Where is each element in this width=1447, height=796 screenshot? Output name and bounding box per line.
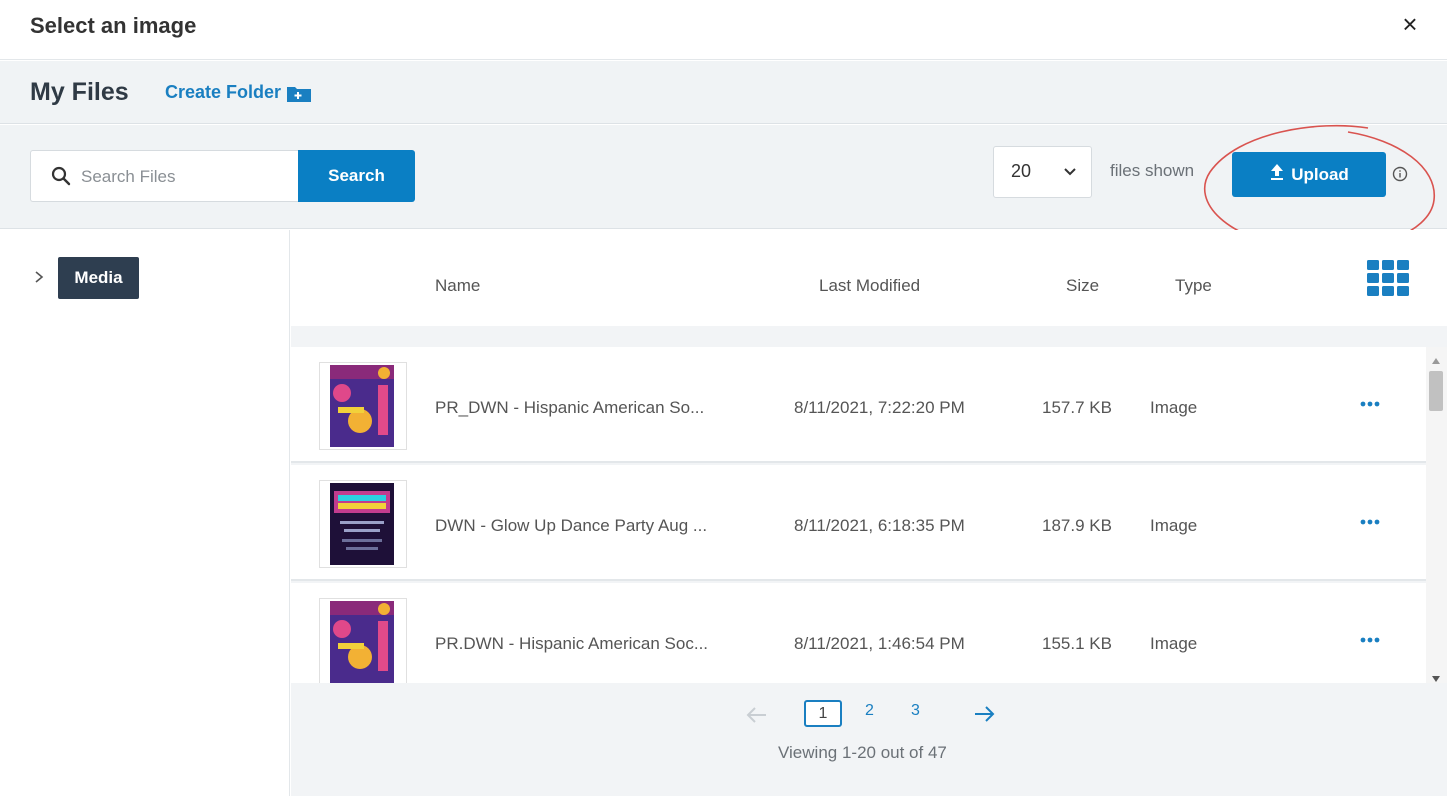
chevron-right-icon[interactable] [32, 270, 46, 284]
table-row[interactable]: DWN - Glow Up Dance Party Aug ... 8/11/2… [291, 465, 1427, 581]
file-thumbnail [319, 598, 407, 683]
file-size: 155.1 KB [1042, 634, 1112, 653]
create-folder-link[interactable]: Create Folder [165, 82, 312, 103]
dialog-title: Select an image [30, 13, 197, 38]
column-header-size[interactable]: Size [1066, 276, 1099, 296]
more-options-icon[interactable] [1358, 633, 1382, 647]
file-last-modified: 8/11/2021, 7:22:20 PM [794, 398, 965, 417]
scroll-up-icon[interactable] [1432, 351, 1440, 364]
table-header: Name Last Modified Size Type [291, 230, 1447, 326]
upload-icon [1269, 163, 1285, 186]
file-name[interactable]: PR_DWN - Hispanic American So... [435, 398, 704, 418]
page-1[interactable]: 1 [804, 700, 842, 727]
more-options-icon[interactable] [1358, 397, 1382, 411]
files-shown-label: files shown [1110, 161, 1195, 180]
scroll-down-icon[interactable] [1432, 669, 1440, 682]
chevron-down-icon [1062, 163, 1078, 179]
file-last-modified: 8/11/2021, 6:18:35 PM [794, 516, 965, 535]
page-2[interactable]: 2 [865, 702, 874, 720]
viewing-count: Viewing 1-20 out of 47 [778, 743, 947, 762]
column-header-last-modified[interactable]: Last Modified [819, 276, 920, 296]
file-rows: PR_DWN - Hispanic American So... 8/11/20… [291, 347, 1447, 683]
file-type: Image [1150, 516, 1198, 535]
page-size-value: 20 [1011, 161, 1032, 181]
column-header-type[interactable]: Type [1175, 276, 1212, 296]
arrow-right-icon[interactable] [973, 704, 995, 724]
file-last-modified: 8/11/2021, 1:46:54 PM [794, 634, 965, 653]
file-size: 157.7 KB [1042, 398, 1112, 417]
file-list-panel: Name Last Modified Size Type PR_DWN - Hi… [291, 230, 1447, 796]
search-input[interactable] [81, 161, 291, 193]
page-3[interactable]: 3 [911, 702, 920, 720]
upload-label: Upload [1291, 164, 1349, 184]
create-folder-label: Create Folder [165, 82, 282, 102]
grid-view-icon[interactable] [1367, 260, 1411, 296]
folder-plus-icon [286, 83, 312, 103]
table-row[interactable]: PR_DWN - Hispanic American So... 8/11/20… [291, 347, 1427, 463]
pagination: 1 2 3 Viewing 1-20 out of 47 [291, 683, 1427, 796]
table-row[interactable]: PR.DWN - Hispanic American Soc... 8/11/2… [291, 583, 1427, 683]
file-name[interactable]: DWN - Glow Up Dance Party Aug ... [435, 516, 707, 536]
column-header-name[interactable]: Name [435, 276, 480, 296]
sidebar-item-media[interactable]: Media [58, 257, 139, 299]
info-icon[interactable] [1392, 166, 1408, 182]
page-size-select[interactable]: 20 [993, 146, 1092, 198]
vertical-scrollbar[interactable] [1426, 347, 1447, 683]
arrow-left-icon[interactable] [746, 705, 768, 725]
close-icon[interactable]: × [1396, 10, 1424, 38]
search-button[interactable]: Search [298, 150, 415, 202]
toolbar: Search 20 files shown Upload [0, 125, 1447, 229]
search-icon [51, 166, 71, 186]
my-files-heading: My Files [30, 78, 129, 106]
file-type: Image [1150, 398, 1198, 417]
file-thumbnail [319, 362, 407, 450]
file-name[interactable]: PR.DWN - Hispanic American Soc... [435, 634, 708, 654]
file-type: Image [1150, 634, 1198, 653]
folder-sidebar: Media [0, 230, 290, 796]
scrollbar-thumb[interactable] [1429, 371, 1443, 411]
more-options-icon[interactable] [1358, 515, 1382, 529]
select-image-dialog: Select an image × My Files Create Folder [0, 0, 1447, 796]
file-size: 187.9 KB [1042, 516, 1112, 535]
upload-button[interactable]: Upload [1232, 152, 1386, 197]
search-box [30, 150, 298, 202]
file-thumbnail [319, 480, 407, 568]
dialog-header: Select an image × [0, 0, 1447, 60]
files-header: My Files Create Folder [0, 61, 1447, 124]
